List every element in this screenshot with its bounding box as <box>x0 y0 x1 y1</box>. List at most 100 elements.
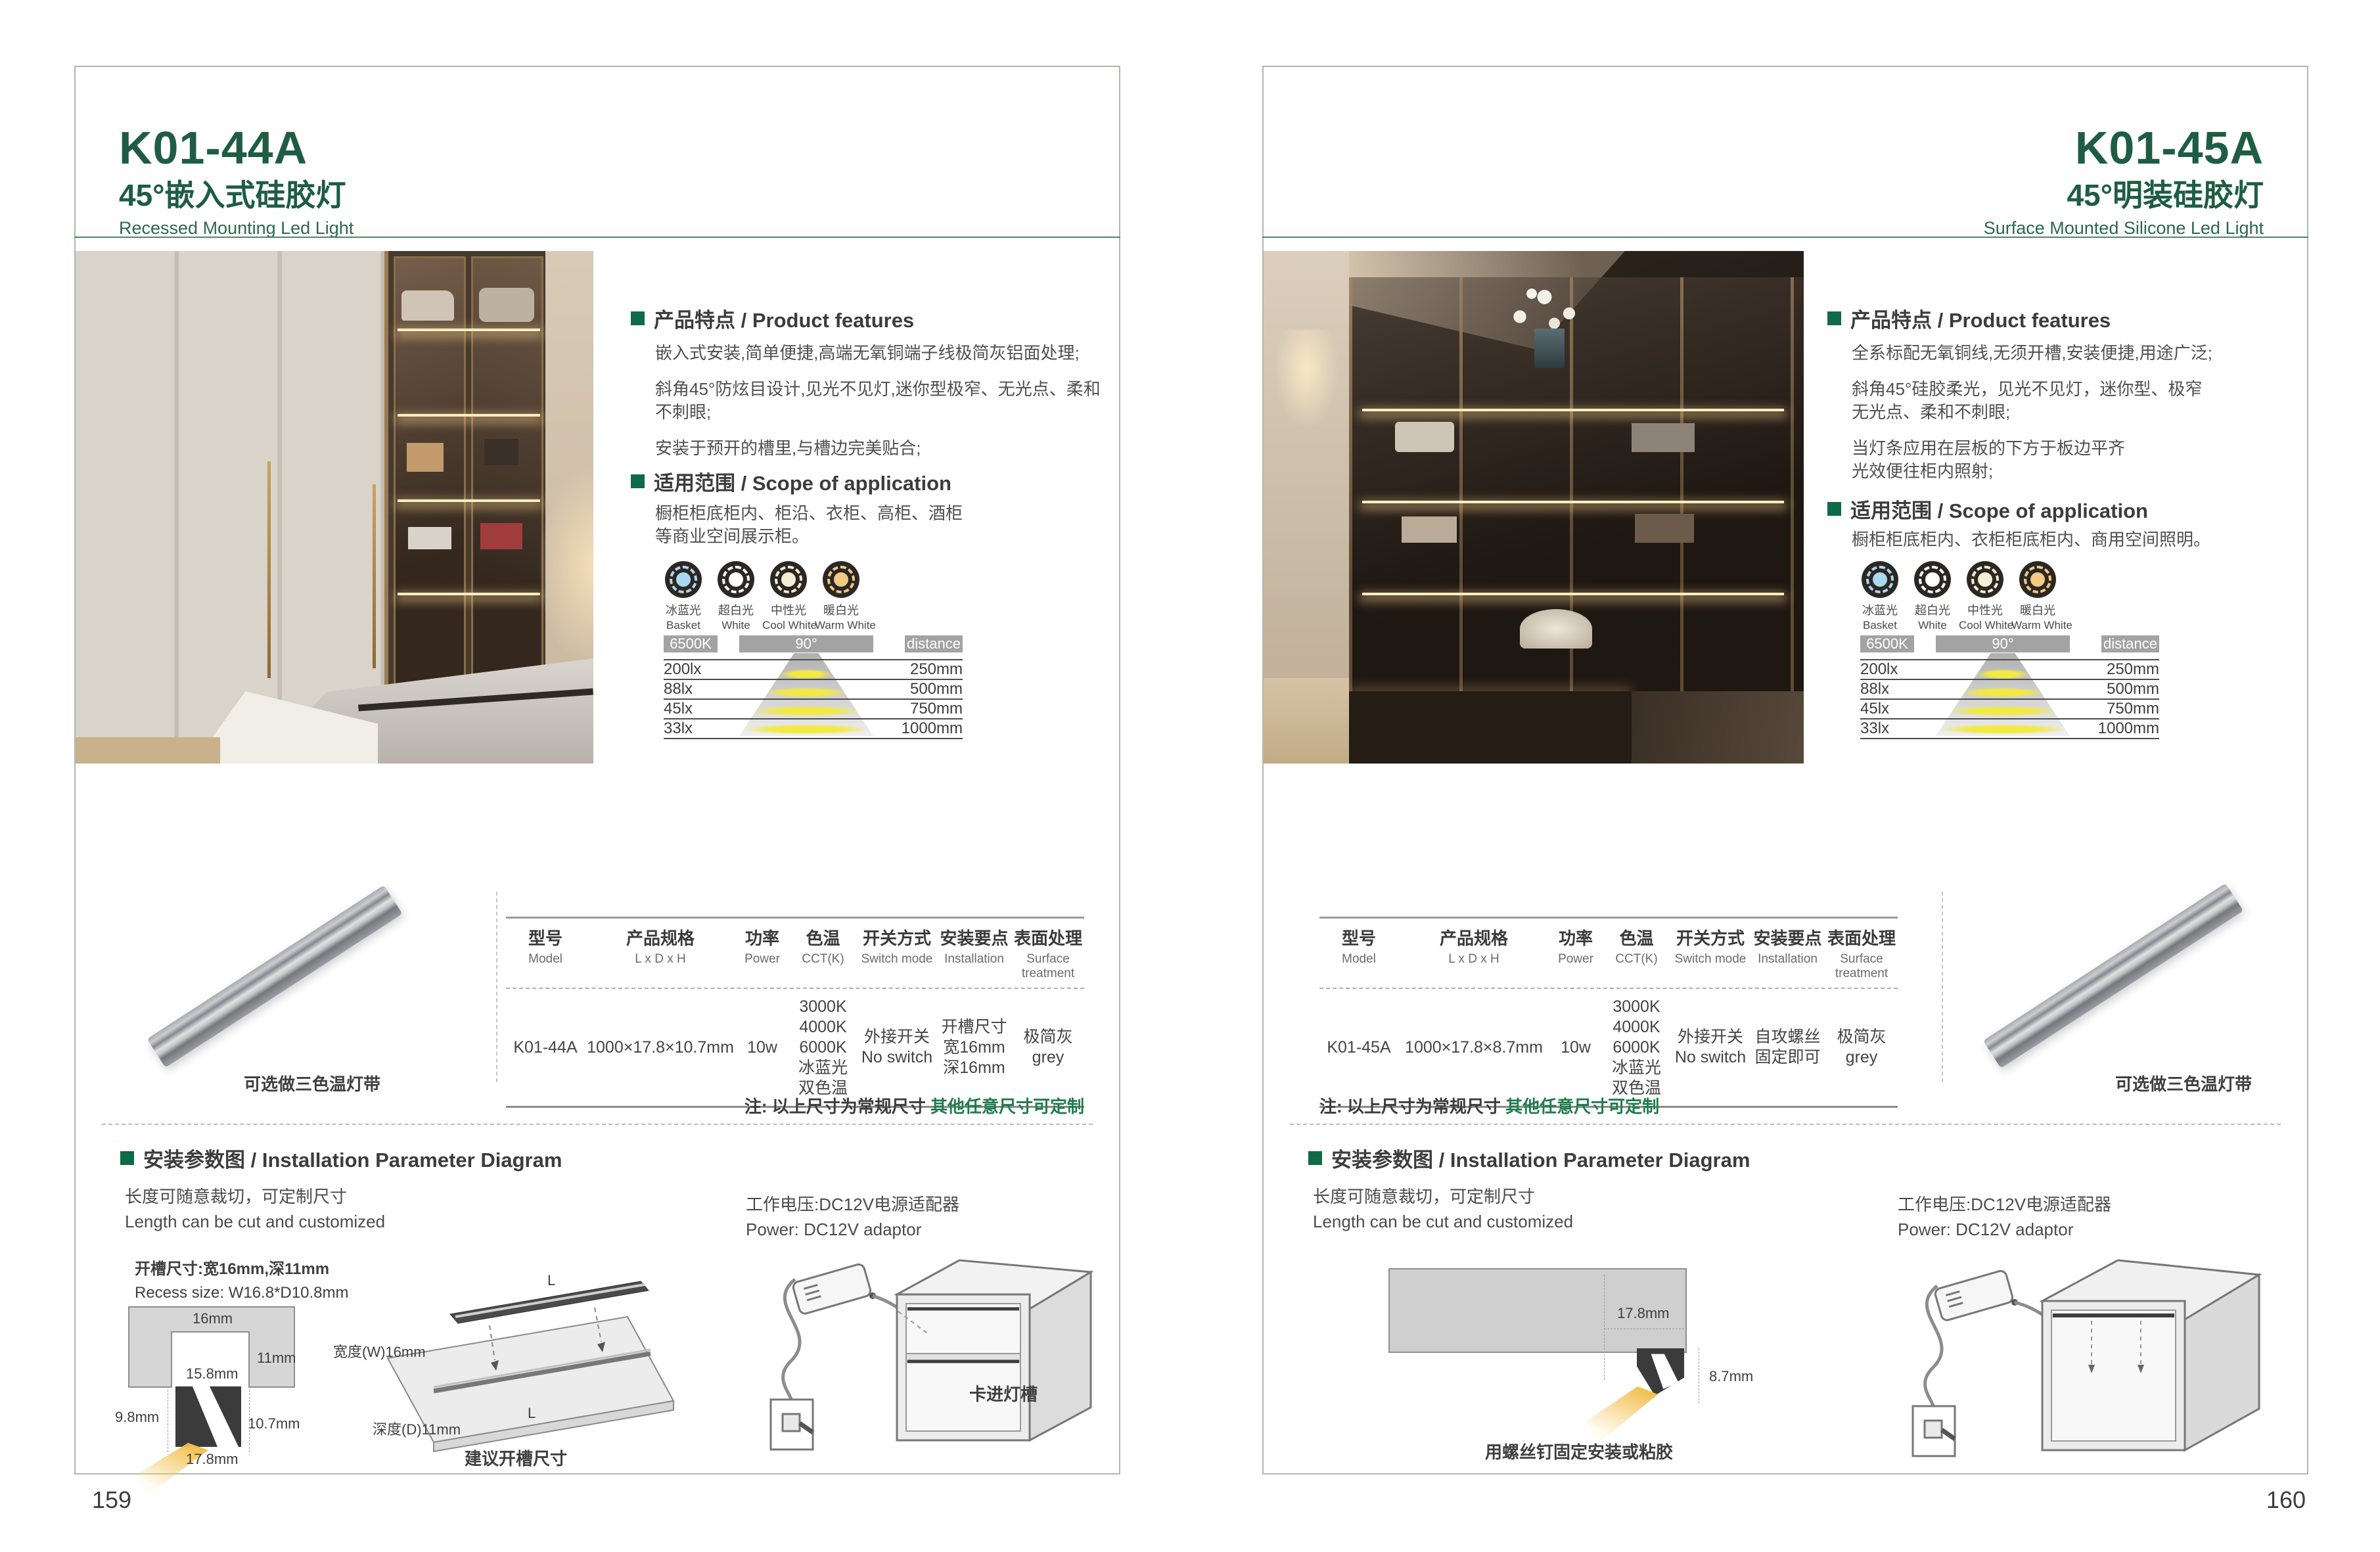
photo-downlight-glow <box>1264 330 1349 461</box>
distance-chip: distance <box>2101 635 2159 652</box>
title-en: Surface Mounted Silicone Led Light <box>1984 219 2264 237</box>
col-surface-en: Surface treatment <box>1825 952 1898 981</box>
profile-channel <box>175 1386 241 1447</box>
icon-label-en: White <box>710 618 762 632</box>
photo-flowers <box>1500 271 1599 336</box>
page-left-header: K01-44A 45°嵌入式硅胶灯 Recessed Mounting Led … <box>119 125 354 237</box>
lux-row: 200lx250mm <box>1860 659 2159 679</box>
photo-folded-clothes <box>1402 516 1457 543</box>
profile-product-image <box>122 882 430 1072</box>
install-line: 自攻螺丝 <box>1750 1027 1825 1047</box>
profile-section <box>1637 1348 1684 1396</box>
photo-box <box>1635 514 1694 543</box>
col-power-en: Power <box>1549 952 1602 967</box>
install-section-title: 安装参数图 / Installation Parameter Diagram <box>120 1143 562 1173</box>
distance-value: 750mm <box>2107 700 2159 718</box>
dim-15.8mm: 15.8mm <box>186 1365 238 1382</box>
note-green: 其他任意尺寸可定制 <box>1505 1097 1659 1116</box>
page-right-header: K01-45A 45°明装硅胶灯 Surface Mounted Silicon… <box>1984 125 2264 237</box>
distance-value: 1000mm <box>2098 719 2159 738</box>
feature-line: 光效便往柜内照射; <box>1852 460 2285 483</box>
scope-line: 橱柜柜底柜内、柜沿、衣柜、高柜、酒柜 <box>655 502 1089 525</box>
lux-distance-table: 200lx250mm 88lx500mm 45lx750mm 33lx1000m… <box>664 659 963 739</box>
dashed-separator <box>1290 1124 2281 1125</box>
photo-floor <box>76 737 220 764</box>
photo-box <box>407 443 444 472</box>
cct-chip: 6500K <box>1860 635 1914 652</box>
icon-label-en: Cool White <box>1959 618 2011 632</box>
lux-value: 200lx <box>1860 660 1898 679</box>
product-photo-closet <box>1264 251 1804 764</box>
page-number-right: 160 <box>2221 1486 2306 1514</box>
col-power-en: Power <box>736 952 789 967</box>
col-switch-en: Switch mode <box>858 952 936 967</box>
warm-white-light-icon <box>2019 561 2056 598</box>
cct-option: 4000K <box>1602 1017 1671 1038</box>
col-cct-en: CCT(K) <box>1602 952 1671 967</box>
dashed-separator <box>102 1124 1093 1125</box>
length-label-board: L <box>528 1405 536 1422</box>
note-green: 其他任意尺寸可定制 <box>930 1097 1084 1116</box>
cell-cct: 3000K 4000K 6000K 冰蓝光 双色温 <box>789 997 858 1099</box>
cut-note-cn: 长度可随意裁切，可定制尺寸 <box>125 1184 385 1209</box>
col-size: 产品规格 <box>1398 925 1549 949</box>
col-model: 型号 <box>1319 925 1398 949</box>
cut-note-en: Length can be cut and customized <box>1313 1209 1573 1234</box>
lux-row: 88lx500mm <box>1860 679 2159 698</box>
scope-list: 橱柜柜底柜内、柜沿、衣柜、高柜、酒柜 等商业空间展示柜。 <box>655 502 1089 548</box>
col-size: 产品规格 <box>585 925 736 949</box>
screw-caption: 用螺丝钉固定安装或粘胶 <box>1441 1439 1717 1463</box>
aluminum-profile-bar <box>147 885 403 1068</box>
photo-led-strip <box>398 329 540 331</box>
lux-value: 45lx <box>664 700 693 718</box>
photo-lamp-glow <box>501 448 593 685</box>
cct-option: 6000K <box>789 1038 858 1058</box>
green-square-bullet <box>120 1151 134 1165</box>
col-size-en: L x D x H <box>1398 952 1549 967</box>
cell-surface: 极简灰 grey <box>1825 1027 1898 1068</box>
wiring-cabinet-svg <box>733 1243 1101 1453</box>
light-color-icons: 冰蓝光Basket 超白光White 中性光Cool White 暖白光Warm… <box>657 561 867 632</box>
icon-label-en: Warm White <box>815 618 867 632</box>
product-photo-wardrobe <box>76 251 593 764</box>
col-install-en: Installation <box>1750 952 1825 967</box>
col-surface: 表面处理 <box>1012 925 1084 949</box>
lux-row: 88lx500mm <box>664 679 963 698</box>
aluminum-profile-bar <box>1983 883 2243 1068</box>
cross-section-diagram: 16mm 11mm 15.8mm 9.8mm 10.7mm 17.8mm <box>102 1302 338 1467</box>
icon-label-en: Cool White <box>762 618 815 632</box>
features-title-text: 产品特点 / Product features <box>654 304 914 333</box>
cct-option: 6000K <box>1602 1038 1671 1058</box>
light-beam <box>1586 1386 1658 1443</box>
cell-power: 10w <box>1549 1038 1602 1058</box>
profile-caption: 可选做三色温灯带 <box>233 1071 391 1095</box>
feature-line: 斜角45°硅胶柔光，见光不见灯，迷你型、极窄 <box>1852 378 2285 401</box>
lux-row: 45lx750mm <box>1860 698 2159 718</box>
col-install: 安装要点 <box>1750 925 1825 949</box>
length-label-top: L <box>547 1272 555 1289</box>
spec-table-row: K01-45A 1000×17.8×8.7mm 10w 3000K 4000K … <box>1319 989 1898 1106</box>
col-model-en: Model <box>1319 952 1398 967</box>
photo-folded-clothes <box>408 527 451 549</box>
cell-size: 1000×17.8×8.7mm <box>1398 1038 1549 1058</box>
col-surface: 表面处理 <box>1825 925 1898 949</box>
light-color-item: 中性光Cool White <box>762 561 815 632</box>
width-label: 宽度(W)16mm <box>333 1340 426 1361</box>
lux-row: 33lx1000mm <box>1860 718 2159 739</box>
col-surface-en: Surface treatment <box>1012 952 1084 981</box>
wiring-cabinet-diagram <box>733 1243 1101 1453</box>
wiring-cabinet-diagram <box>1875 1243 2269 1460</box>
lux-value: 88lx <box>1860 680 1889 698</box>
icon-label-cn: 暖白光 <box>815 603 867 618</box>
page-right: K01-45A 45°明装硅胶灯 Surface Mounted Silicon… <box>1262 66 2308 1474</box>
col-power: 功率 <box>736 925 789 949</box>
spec-table-row: K01-44A 1000×17.8×10.7mm 10w 3000K 4000K… <box>506 989 1084 1106</box>
icon-label-cn: 冰蓝光 <box>657 603 710 618</box>
scope-line: 等商业空间展示柜。 <box>655 525 1089 548</box>
depth-label: 深度(D)11mm <box>373 1418 461 1439</box>
profile-caption: 可选做三色温灯带 <box>2105 1071 2262 1095</box>
ice-blue-light-icon <box>1862 561 1898 598</box>
cell-install: 开槽尺寸 宽16mm 深16mm <box>936 1017 1012 1078</box>
cct-option: 3000K <box>1602 997 1671 1017</box>
col-switch: 开关方式 <box>1671 925 1750 949</box>
